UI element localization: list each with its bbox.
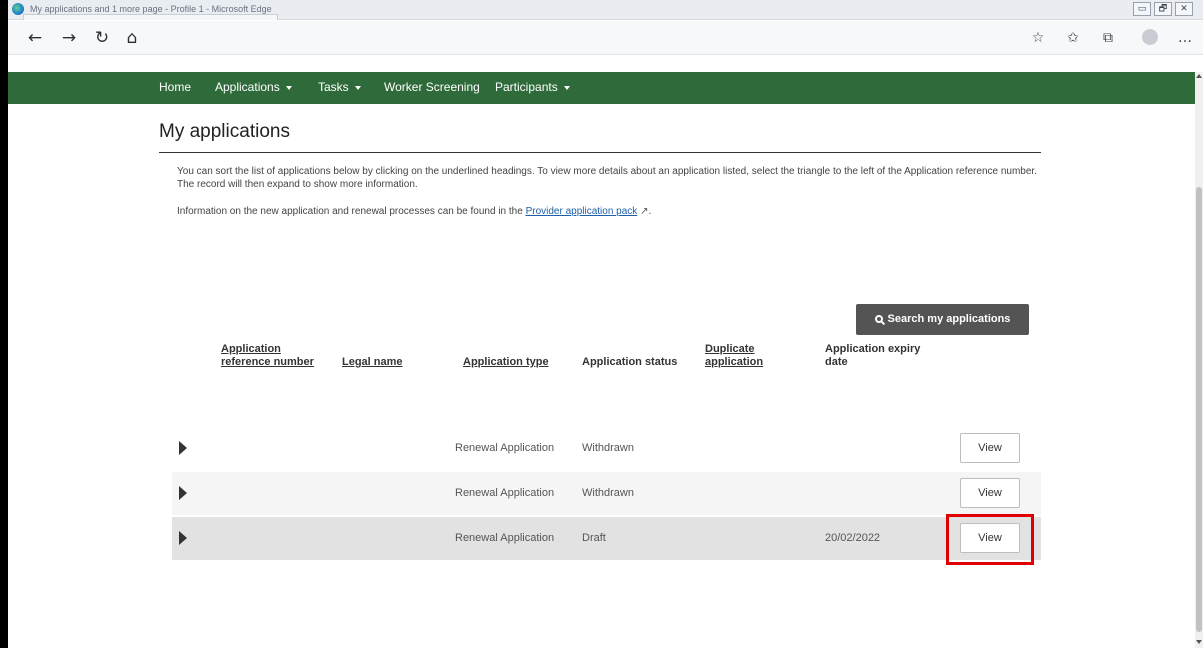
nav-tasks-label: Tasks [318, 80, 349, 94]
back-icon[interactable]: ← [24, 27, 46, 49]
main-nav: Home Applications Tasks Worker Screening… [8, 72, 1195, 104]
page-title: My applications [159, 121, 290, 142]
scroll-thumb[interactable] [1196, 187, 1202, 632]
vertical-scrollbar[interactable] [1195, 72, 1203, 648]
header-legal-name[interactable]: Legal name [342, 356, 403, 369]
chevron-down-icon [563, 85, 570, 90]
nav-applications-label: Applications [215, 80, 280, 94]
search-my-applications-button[interactable]: Search my applications [856, 304, 1029, 335]
cell-application-type: Renewal Application [455, 487, 555, 499]
expand-triangle-icon[interactable] [179, 486, 187, 500]
nav-participants[interactable]: Participants [495, 80, 570, 94]
refresh-icon[interactable]: ↻ [91, 27, 113, 49]
close-button[interactable]: ✕ [1175, 2, 1193, 16]
restore-button[interactable]: 🗗 [1154, 2, 1172, 16]
cell-application-type: Renewal Application [455, 442, 555, 454]
title-bar: My applications and 1 more page - Profil… [8, 0, 1203, 20]
more-icon[interactable]: … [1176, 29, 1194, 47]
intro-text: You can sort the list of applications be… [177, 166, 1037, 190]
header-application-status: Application status [582, 356, 678, 368]
home-icon[interactable]: ⌂ [121, 27, 143, 49]
header-expiry-line1: Application expiry [825, 343, 921, 355]
scroll-down-icon[interactable] [1196, 640, 1202, 644]
table-row: Renewal Application Draft 20/02/2022 Vie… [172, 517, 1041, 560]
header-application-type[interactable]: Application type [463, 356, 549, 369]
info-text: Information on the new application and r… [177, 206, 651, 217]
title-divider [159, 152, 1041, 153]
cell-application-status: Withdrawn [582, 442, 634, 454]
cell-application-status: Draft [582, 532, 606, 544]
collections-icon[interactable]: ⧉ [1099, 29, 1117, 47]
header-application-reference[interactable]: Application reference number [221, 343, 314, 369]
favorite-icon[interactable]: ☆ [1029, 29, 1047, 47]
table-row: Renewal Application Withdrawn View [172, 472, 1041, 515]
header-duplicate-application[interactable]: Duplicate application [705, 343, 763, 369]
search-icon [874, 315, 883, 323]
chevron-down-icon [354, 85, 361, 90]
header-duplicate-line2: application [705, 356, 764, 368]
expand-triangle-icon[interactable] [179, 441, 187, 455]
header-duplicate-line1: Duplicate [705, 343, 755, 355]
nav-participants-label: Participants [495, 80, 558, 94]
browser-window: My applications and 1 more page - Profil… [8, 0, 1203, 648]
nav-home[interactable]: Home [159, 80, 191, 94]
tab-strip[interactable] [23, 14, 278, 20]
nav-worker-screening-label: Worker Screening [384, 80, 480, 94]
info-suffix: . [648, 206, 652, 217]
minimize-button[interactable]: ▭ [1133, 2, 1151, 16]
window-title: My applications and 1 more page - Profil… [30, 4, 272, 14]
search-button-label: Search my applications [887, 313, 1011, 325]
highlight-box [946, 514, 1034, 565]
cell-expiry-date: 20/02/2022 [825, 532, 881, 544]
profile-icon[interactable] [1142, 29, 1158, 45]
scroll-up-icon[interactable] [1196, 74, 1202, 78]
view-button[interactable]: View [960, 433, 1020, 463]
forward-icon[interactable]: → [58, 27, 80, 49]
nav-tasks[interactable]: Tasks [318, 80, 361, 94]
nav-worker-screening[interactable]: Worker Screening [384, 80, 480, 94]
nav-home-label: Home [159, 80, 192, 94]
favorites-list-icon[interactable]: ✩ [1064, 29, 1082, 47]
browser-toolbar: ← → ↻ ⌂ ☆ ✩ ⧉ … [8, 21, 1203, 55]
info-prefix: Information on the new application and r… [177, 206, 526, 217]
address-bar[interactable] [158, 26, 1000, 50]
header-expiry-line2: date [825, 356, 848, 368]
expand-triangle-icon[interactable] [179, 531, 187, 545]
view-button[interactable]: View [960, 478, 1020, 508]
table-row: Renewal Application Withdrawn View [172, 427, 1041, 470]
provider-pack-link[interactable]: Provider application pack [526, 206, 638, 217]
header-ref-line1: Application [221, 343, 281, 355]
header-application-expiry: Application expiry date [825, 343, 920, 369]
header-ref-line2: reference number [221, 356, 314, 368]
nav-applications[interactable]: Applications [215, 80, 292, 94]
chevron-down-icon [285, 85, 292, 90]
cell-application-status: Withdrawn [582, 487, 634, 499]
cell-application-type: Renewal Application [455, 532, 555, 544]
